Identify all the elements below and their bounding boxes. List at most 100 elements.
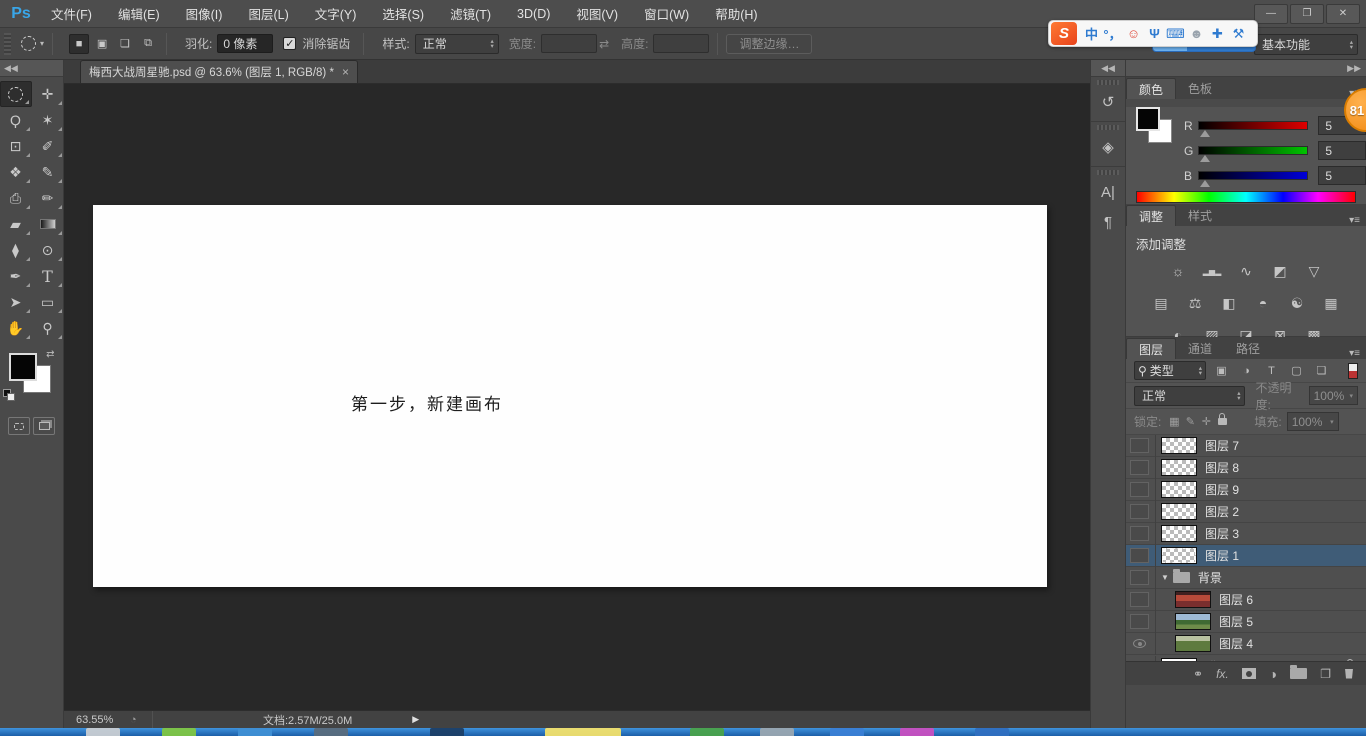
pen-tool[interactable]: ✒ (0, 263, 32, 289)
green-slider[interactable] (1198, 146, 1308, 155)
hue-saturation-icon[interactable]: ▤ (1150, 294, 1172, 312)
brightness-contrast-icon[interactable]: ☼ (1167, 262, 1189, 280)
blue-slider[interactable] (1198, 171, 1308, 180)
taskbar-app[interactable] (975, 728, 1009, 736)
blur-tool[interactable]: ⧫ (0, 237, 32, 263)
lock-move-icon[interactable]: ✛ (1198, 415, 1214, 428)
color-lookup-icon[interactable]: ▦ (1320, 294, 1342, 312)
blue-value-field[interactable]: 5 (1318, 166, 1366, 185)
menu-3d[interactable]: 3D(D) (504, 0, 563, 28)
document-canvas[interactable]: 第一步，新建画布 (93, 205, 1047, 587)
panel-grip[interactable] (1097, 125, 1119, 130)
panel-menu-icon[interactable]: ▾≡ (1349, 348, 1360, 359)
vibrance-icon[interactable]: ▽ (1303, 262, 1325, 280)
gradient-tool[interactable] (32, 211, 64, 237)
eraser-tool[interactable]: ▰ (0, 211, 32, 237)
layer-row[interactable]: 图层 4 (1126, 633, 1366, 655)
taskbar-app[interactable] (238, 728, 272, 736)
document-tab[interactable]: 梅西大战周星驰.psd @ 63.6% (图层 1, RGB/8) * × (80, 60, 358, 83)
layer-thumbnail[interactable] (1161, 437, 1197, 454)
history-brush-tool[interactable]: ✏ (32, 185, 64, 211)
screen-mode-button[interactable] (33, 417, 55, 435)
quick-mask-button[interactable] (8, 417, 30, 435)
delete-layer-trash-icon[interactable] (1344, 669, 1354, 679)
black-white-icon[interactable]: ◧ (1218, 294, 1240, 312)
taskbar-app[interactable] (430, 728, 464, 736)
voice-input-icon[interactable]: Ψ (1144, 26, 1165, 41)
visibility-toggle[interactable] (1130, 548, 1149, 563)
new-selection-button[interactable]: ■ (69, 34, 89, 54)
layer-thumbnail[interactable] (1175, 613, 1211, 630)
menu-file[interactable]: 文件(F) (38, 0, 105, 28)
curves-icon[interactable]: ∿ (1235, 262, 1257, 280)
layer-thumbnail[interactable] (1161, 459, 1197, 476)
canvas-workspace[interactable]: 第一步，新建画布 (64, 84, 1090, 710)
tab-color[interactable]: 颜色 (1126, 78, 1176, 99)
taskbar-app[interactable] (162, 728, 196, 736)
visibility-toggle[interactable] (1130, 570, 1149, 585)
channel-mixer-icon[interactable]: ☯ (1286, 294, 1308, 312)
visibility-toggle[interactable] (1130, 482, 1149, 497)
menu-type[interactable]: 文字(Y) (302, 0, 370, 28)
menu-select[interactable]: 选择(S) (369, 0, 437, 28)
windows-taskbar[interactable] (0, 728, 1366, 736)
chinese-english-toggle-icon[interactable]: 中 (1081, 24, 1102, 43)
taskbar-app[interactable] (86, 728, 120, 736)
taskbar-app[interactable] (830, 728, 864, 736)
workspace-switcher[interactable]: 基本功能 ▴▾ (1254, 34, 1358, 55)
soft-keyboard-icon[interactable]: ⌨ (1165, 26, 1186, 42)
foreground-color-swatch[interactable] (1136, 107, 1160, 131)
strip-collapse-header[interactable]: ◀◀ (1091, 60, 1125, 77)
character-panel-icon[interactable]: A| (1091, 177, 1125, 207)
restore-button[interactable]: ❐ (1290, 4, 1324, 24)
color-spectrum-ramp[interactable] (1136, 191, 1356, 203)
tab-paths[interactable]: 路径 (1224, 338, 1272, 359)
exposure-icon[interactable]: ◩ (1269, 262, 1291, 280)
skin-center-icon[interactable]: ✚ (1207, 26, 1228, 42)
layer-style-fx-icon[interactable]: fx. (1216, 667, 1229, 681)
panel-grip[interactable] (1097, 170, 1119, 175)
panel-menu-icon[interactable]: ▾≡ (1349, 215, 1360, 226)
slider-thumb[interactable] (1200, 130, 1210, 137)
paragraph-panel-icon[interactable]: ¶ (1091, 207, 1125, 237)
layer-thumbnail[interactable] (1161, 503, 1197, 520)
path-selection-tool[interactable]: ➤ (0, 289, 32, 315)
tab-swatches[interactable]: 色板 (1176, 78, 1224, 99)
panel-grip[interactable] (1097, 80, 1119, 85)
color-balance-icon[interactable]: ⚖ (1184, 294, 1206, 312)
emoji-input-icon[interactable]: ☺ (1123, 26, 1144, 41)
layer-row[interactable]: 图层 6 (1126, 589, 1366, 611)
lock-paint-icon[interactable]: ✎ (1182, 415, 1198, 428)
toolbox-wrench-icon[interactable]: ⚒ (1228, 26, 1249, 42)
feather-input[interactable]: 0 像素 (217, 34, 273, 53)
swap-dimensions-icon[interactable]: ⇄ (599, 37, 609, 51)
opacity-dropdown[interactable]: 100% ▾ (1309, 386, 1358, 405)
taskbar-app[interactable] (760, 728, 794, 736)
visibility-toggle[interactable] (1130, 639, 1149, 648)
type-tool[interactable]: T (32, 263, 64, 289)
punctuation-mode-icon[interactable]: °， (1102, 24, 1123, 43)
move-tool[interactable]: ✛ (32, 81, 64, 107)
layer-row[interactable]: 图层 2 (1126, 501, 1366, 523)
properties-panel-icon[interactable]: ◈ (1091, 132, 1125, 162)
visibility-toggle[interactable] (1130, 504, 1149, 519)
tab-channels[interactable]: 通道 (1176, 338, 1224, 359)
minimize-button[interactable]: — (1254, 4, 1288, 24)
lasso-tool[interactable]: Ϙ (0, 107, 32, 133)
spot-healing-brush-tool[interactable]: ❖ (0, 159, 32, 185)
lock-transparent-icon[interactable]: ▦ (1166, 415, 1182, 428)
visibility-toggle[interactable] (1130, 526, 1149, 541)
swap-colors-icon[interactable]: ⇄ (46, 349, 54, 360)
slider-thumb[interactable] (1200, 155, 1210, 162)
height-input[interactable] (653, 34, 709, 53)
new-adjustment-layer-icon[interactable]: ◑ (1269, 666, 1277, 682)
layer-row[interactable]: 图层 5 (1126, 611, 1366, 633)
history-panel-icon[interactable]: ↺ (1091, 87, 1125, 117)
menu-layer[interactable]: 图层(L) (235, 0, 301, 28)
visibility-toggle[interactable] (1130, 592, 1149, 607)
tab-close-icon[interactable]: × (342, 65, 349, 79)
blend-mode-dropdown[interactable]: 正常 ▴▾ (1134, 386, 1245, 406)
layer-row[interactable]: 图层 8 (1126, 457, 1366, 479)
new-layer-icon[interactable]: ❐ (1320, 667, 1331, 681)
layer-row-selected[interactable]: 图层 1 (1126, 545, 1366, 567)
